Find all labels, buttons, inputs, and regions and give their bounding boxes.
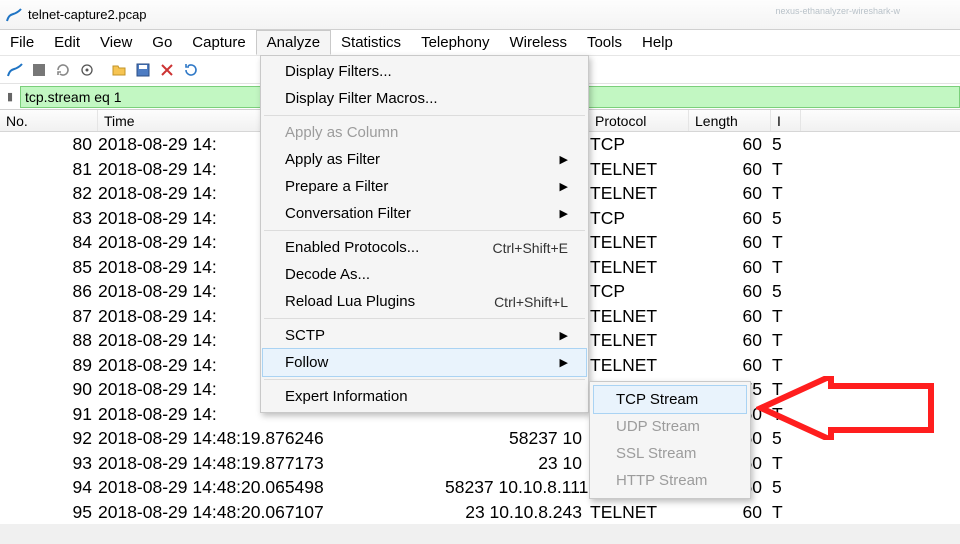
menu-item-apply-as-filter[interactable]: Apply as Filter▶ bbox=[263, 146, 586, 173]
menu-view[interactable]: View bbox=[90, 30, 142, 55]
menu-item-conversation-filter[interactable]: Conversation Filter▶ bbox=[263, 200, 586, 227]
table-row[interactable]: 922018-08-29 14:48:19.87624658237 10TELN… bbox=[0, 426, 960, 451]
submenu-item-ssl-stream: SSL Stream bbox=[594, 440, 746, 467]
open-icon[interactable] bbox=[108, 59, 130, 81]
menu-analyze[interactable]: Analyze bbox=[256, 30, 331, 55]
menu-item-follow[interactable]: Follow▶ bbox=[262, 348, 587, 377]
menu-help[interactable]: Help bbox=[632, 30, 683, 55]
col-header-info[interactable]: I bbox=[771, 110, 801, 131]
wireshark-icon bbox=[6, 7, 22, 23]
table-row[interactable]: 932018-08-29 14:48:19.87717323 10TELNET6… bbox=[0, 451, 960, 476]
fin-icon[interactable] bbox=[4, 59, 26, 81]
col-header-no[interactable]: No. bbox=[0, 110, 98, 131]
table-row[interactable]: 942018-08-29 14:48:20.06549858237 10.10.… bbox=[0, 475, 960, 500]
menu-go[interactable]: Go bbox=[142, 30, 182, 55]
save-icon[interactable] bbox=[132, 59, 154, 81]
menu-item-sctp[interactable]: SCTP▶ bbox=[263, 322, 586, 349]
submenu-item-http-stream: HTTP Stream bbox=[594, 467, 746, 494]
menu-item-enabled-protocols-[interactable]: Enabled Protocols...Ctrl+Shift+E bbox=[263, 234, 586, 261]
submenu-item-udp-stream: UDP Stream bbox=[594, 413, 746, 440]
options-icon[interactable] bbox=[76, 59, 98, 81]
menu-file[interactable]: File bbox=[0, 30, 44, 55]
menu-wireless[interactable]: Wireless bbox=[499, 30, 577, 55]
menubar: File Edit View Go Capture Analyze Statis… bbox=[0, 30, 960, 56]
menu-item-apply-as-column: Apply as Column bbox=[263, 119, 586, 146]
menu-item-prepare-a-filter[interactable]: Prepare a Filter▶ bbox=[263, 173, 586, 200]
display-filter-input[interactable] bbox=[20, 86, 272, 108]
menu-edit[interactable]: Edit bbox=[44, 30, 90, 55]
filter-bookmark-icon[interactable]: ▮ bbox=[0, 90, 20, 103]
follow-submenu: TCP StreamUDP StreamSSL StreamHTTP Strea… bbox=[589, 381, 751, 499]
menu-statistics[interactable]: Statistics bbox=[331, 30, 411, 55]
menu-item-decode-as-[interactable]: Decode As... bbox=[263, 261, 586, 288]
restart-icon[interactable] bbox=[52, 59, 74, 81]
close-icon[interactable] bbox=[156, 59, 178, 81]
menu-capture[interactable]: Capture bbox=[182, 30, 255, 55]
menu-telephony[interactable]: Telephony bbox=[411, 30, 499, 55]
reload-icon[interactable] bbox=[180, 59, 202, 81]
menu-item-display-filters-[interactable]: Display Filters... bbox=[263, 58, 586, 85]
menu-item-display-filter-macros-[interactable]: Display Filter Macros... bbox=[263, 85, 586, 112]
analyze-dropdown: Display Filters...Display Filter Macros.… bbox=[260, 55, 589, 413]
col-header-length[interactable]: Length bbox=[689, 110, 771, 131]
stop-icon[interactable] bbox=[28, 59, 50, 81]
menu-item-reload-lua-plugins[interactable]: Reload Lua PluginsCtrl+Shift+L bbox=[263, 288, 586, 315]
table-row[interactable]: 952018-08-29 14:48:20.06710723 10.10.8.2… bbox=[0, 500, 960, 525]
col-header-protocol[interactable]: Protocol bbox=[589, 110, 689, 131]
submenu-item-tcp-stream[interactable]: TCP Stream bbox=[593, 385, 747, 414]
window-title: telnet-capture2.pcap bbox=[28, 7, 147, 22]
menu-item-expert-information[interactable]: Expert Information bbox=[263, 383, 586, 410]
menu-tools[interactable]: Tools bbox=[577, 30, 632, 55]
inactive-tab-hint: nexus-ethanalyzer-wireshark-w bbox=[775, 6, 900, 16]
